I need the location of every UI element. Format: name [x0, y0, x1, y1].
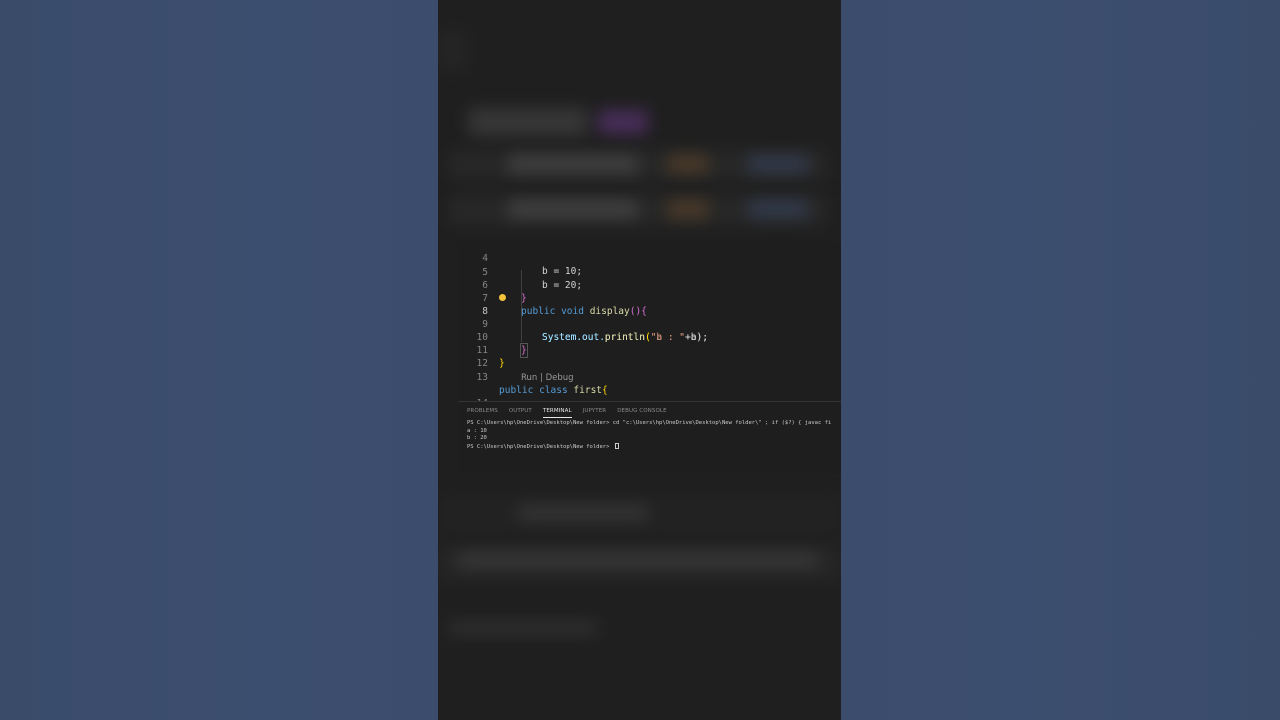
code-line-6[interactable]: 6 } — [458, 266, 526, 304]
code-line-7[interactable]: 7 public void display(){ — [458, 279, 647, 317]
blurred-region — [668, 200, 708, 218]
string-literal: "b : " — [650, 332, 686, 343]
video-frame: 4 b = 10; 5 b = 20; 6 } 7 public void di… — [0, 0, 1280, 720]
blurred-region — [668, 155, 708, 173]
keyword-public: public — [499, 385, 534, 396]
keyword-public: public — [521, 306, 556, 317]
code-line-10[interactable]: 10 } — [458, 318, 528, 358]
debug-codelens[interactable]: Debug — [546, 373, 574, 383]
blurred-region — [508, 200, 638, 218]
blurred-region — [748, 155, 808, 173]
prompt-text: PS C:\Users\hp\OneDrive\Desktop\New fold… — [467, 443, 613, 450]
bottom-panel: PROBLEMS OUTPUT TERMINAL JUPYTER DEBUG C… — [458, 401, 841, 474]
code-line-4[interactable]: 4 b = 10; — [458, 243, 582, 277]
tab-debug-console[interactable]: DEBUG CONSOLE — [617, 406, 666, 418]
keyword-class: class — [539, 385, 568, 396]
code-line-5[interactable]: 5 b = 20; — [458, 253, 582, 291]
codelens: Run | Debug — [521, 373, 574, 383]
println-call: println — [604, 332, 645, 343]
method-parens: (){ — [629, 306, 647, 317]
tab-output[interactable]: OUTPUT — [509, 406, 532, 418]
left-letterbox — [0, 0, 438, 720]
tab-jupyter[interactable]: JUPYTER — [583, 406, 607, 418]
tab-problems[interactable]: PROBLEMS — [467, 406, 498, 418]
method-name: display — [589, 306, 630, 317]
code-line-12[interactable]: 12 — [458, 344, 504, 369]
class-name: first — [573, 385, 603, 396]
closing-brace: } — [520, 343, 528, 358]
blurred-region — [448, 620, 598, 636]
blurred-region — [598, 110, 648, 134]
vertical-video-content: 4 b = 10; 5 b = 20; 6 } 7 public void di… — [438, 0, 841, 720]
code-text: b = 20; — [542, 280, 583, 291]
terminal-prompt[interactable]: PS C:\Users\hp\OneDrive\Desktop\New fold… — [467, 442, 619, 451]
blurred-region — [468, 108, 588, 136]
blurred-region — [438, 30, 468, 70]
system-out: System.out. — [542, 332, 605, 343]
terminal-cursor — [614, 442, 619, 449]
line-number: 13 — [476, 372, 488, 383]
blurred-region — [748, 200, 808, 218]
blurred-region — [508, 155, 638, 173]
blurred-region — [458, 553, 818, 567]
code-line-9[interactable]: 9 System.out.println("b : "+b); — [458, 305, 708, 343]
code-text: b = 10; — [542, 266, 583, 277]
closing-brace: } — [521, 293, 527, 304]
terminal-line: PS C:\Users\hp\OneDrive\Desktop\New fold… — [467, 420, 832, 426]
lightbulb-icon[interactable] — [499, 294, 506, 301]
code-tail: +b); — [685, 332, 708, 343]
open-brace: { — [602, 385, 608, 396]
code-line-13[interactable]: 13 public class first{ — [458, 358, 608, 396]
panel-tabs: PROBLEMS OUTPUT TERMINAL JUPYTER DEBUG C… — [467, 406, 667, 418]
code-line-14[interactable]: 14 public static void main(String[] args… — [458, 384, 504, 401]
tab-terminal[interactable]: TERMINAL — [542, 406, 572, 418]
code-editor[interactable]: 4 b = 10; 5 b = 20; 6 } 7 public void di… — [458, 243, 841, 401]
blurred-region — [518, 505, 648, 521]
code-line-8[interactable]: 8 System.out.println("a : "+a); — [458, 292, 708, 343]
run-codelens[interactable]: Run — [521, 373, 537, 383]
keyword-void: void — [561, 306, 584, 317]
code-line-11[interactable]: 11 } — [458, 331, 505, 369]
right-letterbox — [841, 0, 1280, 720]
